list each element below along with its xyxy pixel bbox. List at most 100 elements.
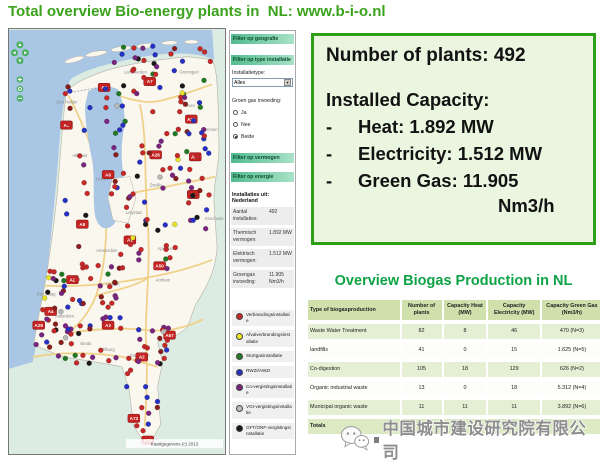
plant-marker[interactable] [58,309,63,314]
plant-marker[interactable] [150,109,155,114]
plant-marker[interactable] [165,338,170,343]
plant-marker[interactable] [120,104,125,109]
plant-marker[interactable] [182,95,187,100]
plant-marker[interactable] [150,44,155,49]
plant-marker[interactable] [96,263,101,268]
plant-marker[interactable] [187,167,192,172]
plant-marker[interactable] [70,297,75,302]
plant-marker[interactable] [51,276,56,281]
plant-marker[interactable] [63,91,68,96]
plant-marker[interactable] [157,85,162,90]
plant-marker[interactable] [76,331,81,336]
chevron-down-icon[interactable]: ▼ [284,79,291,86]
plant-marker[interactable] [164,348,169,353]
plant-marker[interactable] [68,106,73,111]
plant-marker[interactable] [113,179,118,184]
filter-header-power[interactable]: Filter op vermogen [231,153,294,163]
plant-marker[interactable] [87,326,92,331]
plant-marker[interactable] [59,291,64,296]
plant-marker[interactable] [46,275,51,280]
plant-marker[interactable] [173,245,178,250]
plant-marker[interactable] [139,405,144,410]
plant-marker[interactable] [100,300,105,305]
plant-marker[interactable] [170,173,175,178]
plant-marker[interactable] [118,326,123,331]
plant-marker[interactable] [183,102,188,107]
plant-marker[interactable] [160,186,165,191]
plant-marker[interactable] [52,306,57,311]
plant-marker[interactable] [139,143,144,148]
plant-marker[interactable] [141,58,146,63]
plant-marker[interactable] [48,269,53,274]
plant-marker[interactable] [158,349,163,354]
plant-marker[interactable] [172,222,177,227]
plant-marker[interactable] [74,360,79,365]
plant-marker[interactable] [53,322,58,327]
plant-marker[interactable] [140,46,145,51]
plant-marker[interactable] [61,278,66,283]
plant-marker[interactable] [128,242,133,247]
plant-marker[interactable] [158,175,163,180]
plant-marker[interactable] [180,59,185,64]
plant-marker[interactable] [112,280,117,285]
filter-header-geography[interactable]: Filter op geografie [231,34,294,44]
plant-marker[interactable] [134,423,139,428]
plant-marker[interactable] [85,191,90,196]
plant-marker[interactable] [120,123,125,128]
plant-marker[interactable] [66,84,71,89]
plant-marker[interactable] [98,283,103,288]
plant-marker[interactable] [113,152,118,157]
plant-marker[interactable] [154,64,159,69]
plant-marker[interactable] [116,91,121,96]
radio-button[interactable] [233,134,238,139]
plant-marker[interactable] [142,200,147,205]
plant-marker[interactable] [136,327,141,332]
plant-marker[interactable] [106,358,111,363]
plant-marker[interactable] [189,185,194,190]
plant-marker[interactable] [121,45,126,50]
plant-marker[interactable] [109,191,114,196]
plant-marker[interactable] [100,316,105,321]
plant-marker[interactable] [177,109,182,114]
plant-marker[interactable] [104,95,109,100]
plant-marker[interactable] [64,211,69,216]
plant-marker[interactable] [136,257,141,262]
plant-marker[interactable] [141,75,146,80]
plant-marker[interactable] [202,49,207,54]
plant-marker[interactable] [172,68,177,73]
plant-marker[interactable] [160,167,165,172]
plant-marker[interactable] [81,162,86,167]
plant-marker[interactable] [165,266,170,271]
plant-marker[interactable] [184,149,189,154]
plant-marker[interactable] [63,356,68,361]
plant-marker[interactable] [153,52,158,57]
plant-marker[interactable] [124,205,129,210]
plant-marker[interactable] [195,154,200,159]
plant-marker[interactable] [73,353,78,358]
plant-marker[interactable] [140,150,145,155]
plant-marker[interactable] [130,68,135,73]
plant-marker[interactable] [143,222,148,227]
plant-marker[interactable] [120,52,125,57]
plant-marker[interactable] [208,59,213,64]
plant-marker[interactable] [125,223,130,228]
plant-marker[interactable] [63,198,68,203]
plant-marker[interactable] [162,356,167,361]
plant-marker[interactable] [202,78,207,83]
plant-marker[interactable] [169,52,174,57]
plant-marker[interactable] [130,235,135,240]
plant-marker[interactable] [126,356,131,361]
plant-marker[interactable] [111,145,116,150]
plant-marker[interactable] [84,264,89,269]
plant-marker[interactable] [87,105,92,110]
plant-marker[interactable] [155,228,160,233]
plant-marker[interactable] [44,340,49,345]
radio-option-beide[interactable]: Beide [233,133,292,140]
plant-marker[interactable] [67,121,72,126]
plant-marker[interactable] [146,422,151,427]
plant-marker[interactable] [173,131,178,136]
radio-option-nee[interactable]: Nee [233,121,292,128]
plant-marker[interactable] [178,99,183,104]
plant-marker[interactable] [204,207,209,212]
plant-marker[interactable] [203,226,208,231]
